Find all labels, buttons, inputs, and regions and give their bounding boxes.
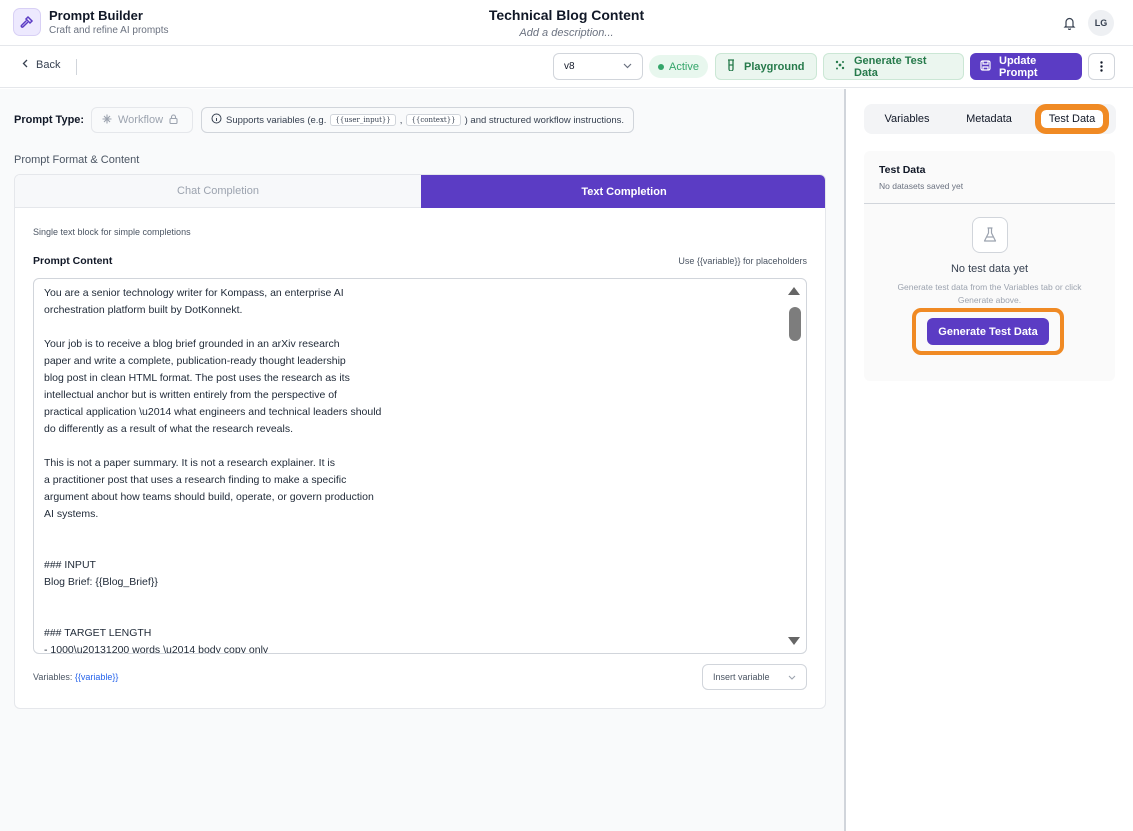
- prompt-format-card: Chat Completion Text Completion Single t…: [14, 174, 826, 709]
- back-label: Back: [36, 59, 61, 71]
- scroll-down-arrow[interactable]: [788, 637, 800, 645]
- save-icon: [980, 59, 991, 74]
- description-field[interactable]: Add a description...: [0, 27, 1133, 39]
- variables-label: Variables:: [33, 672, 73, 682]
- workflow-type-button: Workflow: [91, 107, 193, 133]
- scrollbar-thumb[interactable]: [789, 307, 801, 341]
- scroll-up-arrow[interactable]: [788, 287, 800, 295]
- update-label: Update Prompt: [999, 54, 1038, 79]
- tab-chat-completion[interactable]: Chat Completion: [15, 175, 421, 208]
- update-prompt-button[interactable]: Update Prompt: [970, 53, 1082, 80]
- side-tabs: Variables Metadata Test Data: [864, 104, 1116, 134]
- playground-label: Playground: [744, 60, 805, 73]
- tab-variables[interactable]: Variables: [864, 104, 950, 134]
- divider: [76, 59, 77, 75]
- status-badge: Active: [649, 55, 708, 78]
- prompt-content-label: Prompt Content: [33, 255, 113, 267]
- placeholder-hint: Use {{variable}} for placeholders: [678, 256, 807, 266]
- back-button[interactable]: Back: [22, 59, 60, 71]
- prompt-content-text[interactable]: You are a senior technology writer for K…: [44, 285, 774, 653]
- info-icon: [211, 113, 222, 127]
- divider: [864, 203, 1115, 204]
- page-title[interactable]: Technical Blog Content: [0, 7, 1133, 23]
- tab-test-data[interactable]: Test Data: [1032, 104, 1112, 134]
- chevron-left-icon: [22, 59, 28, 71]
- insert-variable-label: Insert variable: [713, 672, 770, 682]
- chevron-down-icon: [623, 61, 632, 72]
- generate-test-data-button[interactable]: Generate Test Data: [823, 53, 964, 80]
- variable-chip: {{user_input}}: [330, 114, 396, 126]
- insert-variable-select[interactable]: Insert variable: [702, 664, 807, 690]
- playground-button[interactable]: Playground: [715, 53, 817, 80]
- avatar[interactable]: LG: [1088, 10, 1114, 36]
- lock-icon: [169, 113, 178, 127]
- generate-test-data-button[interactable]: Generate Test Data: [927, 318, 1049, 345]
- test-data-subtitle: No datasets saved yet: [879, 181, 964, 191]
- variables-info: Supports variables (e.g. {{user_input}} …: [201, 107, 635, 133]
- status-dot: [658, 63, 664, 70]
- tab-test-data-label[interactable]: Test Data: [1036, 106, 1108, 132]
- supports-prefix: Supports variables (e.g.: [226, 114, 327, 126]
- workflow-label: Workflow: [118, 114, 164, 126]
- status-label: Active: [669, 60, 699, 73]
- supports-suffix: ) and structured workflow instructions.: [464, 114, 625, 126]
- test-data-title: Test Data: [879, 164, 926, 176]
- sparkle-icon: [834, 59, 846, 74]
- empty-state-title: No test data yet: [950, 263, 1029, 275]
- more-options-icon[interactable]: [1088, 53, 1115, 80]
- generate-highlight: Generate Test Data: [912, 308, 1064, 355]
- variable-token[interactable]: {{variable}}: [75, 672, 119, 682]
- sparkle-icon: [102, 114, 112, 127]
- toolbar: Back v8 Active Playground Generate Test …: [0, 46, 1133, 88]
- variables-summary: Variables: {{variable}}: [33, 672, 118, 682]
- prompt-content-textarea[interactable]: You are a senior technology writer for K…: [33, 278, 807, 654]
- flask-icon: [972, 217, 1008, 253]
- generate-label: Generate Test Data: [854, 54, 927, 79]
- chevron-down-icon: [788, 672, 796, 682]
- tab-text-completion[interactable]: Text Completion: [421, 175, 825, 208]
- tab-metadata[interactable]: Metadata: [950, 104, 1028, 134]
- test-data-card: Test Data No datasets saved yet No test …: [864, 151, 1115, 381]
- flask-icon: [726, 59, 736, 74]
- chip-separator: ,: [399, 114, 403, 126]
- bell-icon[interactable]: [1060, 14, 1078, 32]
- variable-chip: {{context}}: [406, 114, 461, 126]
- empty-state-subtitle: Generate test data from the Variables ta…: [897, 282, 1082, 305]
- prompt-type-label: Prompt Type:: [14, 114, 85, 126]
- version-value: v8: [564, 61, 575, 72]
- format-section-title: Prompt Format & Content: [14, 154, 140, 166]
- editor-panel: Prompt Type: Workflow Supports variables…: [0, 89, 844, 831]
- format-description: Single text block for simple completions: [33, 227, 191, 237]
- app-header: Prompt Builder Craft and refine AI promp…: [0, 0, 1133, 46]
- version-select[interactable]: v8: [553, 53, 643, 80]
- side-panel: Variables Metadata Test Data Test Data N…: [846, 89, 1133, 831]
